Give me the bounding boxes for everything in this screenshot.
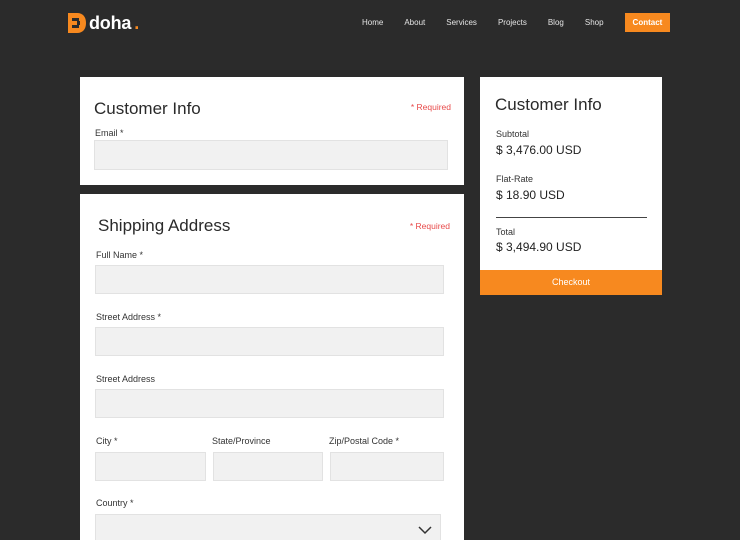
customer-info-card: Customer Info * Required Email * [80, 77, 464, 185]
total-value: $ 3,494.90 USD [496, 240, 582, 254]
checkout-button[interactable]: Checkout [480, 270, 662, 295]
country-label: Country * [96, 498, 134, 508]
main-nav: Home About Services Projects Blog Shop C… [362, 13, 671, 32]
order-summary-card: Customer Info Subtotal $ 3,476.00 USD Fl… [480, 77, 662, 295]
email-label: Email * [95, 128, 124, 138]
brand-name: doha [89, 12, 132, 33]
brand-dot: . [134, 12, 140, 33]
city-field[interactable] [95, 452, 206, 481]
street-address-label: Street Address * [96, 312, 162, 322]
full-name-label: Full Name * [96, 250, 144, 260]
chevron-down-icon [418, 526, 432, 535]
brand-logo[interactable]: doha. [68, 12, 139, 34]
state-province-field[interactable] [213, 452, 323, 481]
street-address-2-label: Street Address [96, 374, 156, 384]
nav-link-home[interactable]: Home [362, 18, 383, 27]
nav-link-blog[interactable]: Blog [548, 18, 564, 27]
zip-postal-code-label: Zip/Postal Code * [329, 436, 400, 446]
nav-link-projects[interactable]: Projects [498, 18, 527, 27]
full-name-field[interactable] [95, 265, 444, 294]
email-field[interactable] [94, 140, 448, 170]
flat-rate-value: $ 18.90 USD [496, 188, 565, 202]
contact-button[interactable]: Contact [624, 13, 671, 32]
total-label: Total [496, 227, 516, 237]
zip-postal-code-field[interactable] [330, 452, 444, 481]
shipping-required-note: * Required [409, 221, 450, 231]
subtotal-value: $ 3,476.00 USD [496, 143, 582, 157]
country-select[interactable] [95, 514, 441, 540]
subtotal-label: Subtotal [496, 129, 530, 139]
state-province-label: State/Province [212, 436, 271, 446]
summary-title: Customer Info [495, 95, 602, 114]
customer-info-title: Customer Info [94, 99, 201, 118]
customer-info-required-note: * Required [410, 102, 451, 112]
city-label: City * [96, 436, 118, 446]
checkout-page: doha. Home About Services Projects Blog … [0, 0, 740, 540]
nav-link-services[interactable]: Services [446, 18, 477, 27]
logo-icon [68, 13, 86, 33]
nav-link-shop[interactable]: Shop [585, 18, 604, 27]
shipping-address-card: Shipping Address * Required Full Name * … [80, 194, 464, 540]
summary-divider [496, 217, 647, 218]
nav-link-about[interactable]: About [404, 18, 425, 27]
flat-rate-label: Flat-Rate [496, 174, 534, 184]
shipping-address-title: Shipping Address [98, 216, 231, 235]
street-address-2-field[interactable] [95, 389, 444, 418]
street-address-field[interactable] [95, 327, 444, 356]
